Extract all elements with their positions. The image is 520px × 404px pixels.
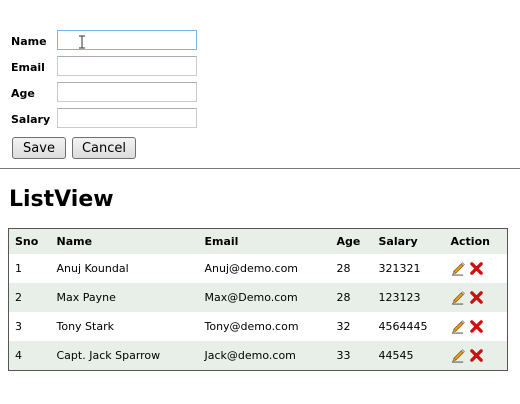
salary-field-row: Salary [10,108,210,130]
section-divider [0,168,520,169]
cell-action [444,341,508,371]
row-actions [451,319,484,334]
column-header-salary: Salary [372,228,445,254]
save-button[interactable]: Save [12,137,66,159]
cell-email: Max@Demo.com [198,283,331,312]
column-header-name: Name [50,228,199,254]
cell-sno: 1 [15,262,22,275]
cell-salary: 44545 [372,341,445,371]
cell-age: 28 [336,262,351,275]
salary-label: Salary [11,113,51,126]
email-field-row: Email [10,56,210,78]
column-header-email: Email [198,228,331,254]
cell-age: 28 [330,283,373,312]
pencil-icon[interactable] [451,290,466,305]
column-header-age: Age [330,228,373,254]
cell-email: Tony@demo.com [204,320,299,333]
row-actions [451,348,484,363]
cell-salary: 123123 [372,283,445,312]
cell-email: Anuj@demo.com [204,262,299,275]
age-input[interactable] [57,82,197,102]
name-field-row: Name [10,30,210,52]
row-actions [451,261,484,276]
salary-input[interactable] [57,108,197,128]
table-row: 3 Tony Stark Tony@demo.com 32 4564445 [9,312,508,341]
cell-name: Tony Stark [56,320,115,333]
pencil-icon[interactable] [451,348,466,363]
cell-action [445,312,508,341]
name-input[interactable] [57,30,197,50]
cell-age: 33 [330,341,373,371]
row-actions [451,290,484,305]
column-header-sno: Sno [8,228,51,254]
cell-sno: 4 [8,341,51,371]
cell-name: Anuj Koundal [56,262,129,275]
delete-x-icon[interactable] [469,290,484,305]
cancel-button[interactable]: Cancel [72,137,136,159]
table-header-row: Sno Name Email Age Salary Action [8,228,508,254]
age-label: Age [11,87,35,100]
cell-action [444,283,508,312]
cell-action [445,254,508,283]
employee-table: Sno Name Email Age Salary Action 1 Anuj … [8,228,508,371]
cell-salary: 4564445 [378,320,428,333]
email-input[interactable] [57,56,197,76]
cell-salary: 321321 [378,262,421,275]
cell-sno: 3 [15,320,22,333]
delete-x-icon[interactable] [469,261,484,276]
delete-x-icon[interactable] [469,348,484,363]
cell-name: Capt. Jack Sparrow [50,341,199,371]
pencil-icon[interactable] [451,261,466,276]
name-label: Name [11,35,47,48]
page-title: ListView [9,187,114,212]
table-row: 2 Max Payne Max@Demo.com 28 123123 [8,283,508,312]
age-field-row: Age [10,82,210,104]
cell-sno: 2 [8,283,51,312]
pencil-icon[interactable] [451,319,466,334]
table-row: 1 Anuj Koundal Anuj@demo.com 28 321321 [9,254,508,283]
cell-age: 32 [336,320,351,333]
column-header-action: Action [444,228,508,254]
cell-name: Max Payne [50,283,199,312]
cell-email: Jack@demo.com [198,341,331,371]
table-row: 4 Capt. Jack Sparrow Jack@demo.com 33 44… [8,341,508,371]
delete-x-icon[interactable] [469,319,484,334]
email-label: Email [11,61,45,74]
